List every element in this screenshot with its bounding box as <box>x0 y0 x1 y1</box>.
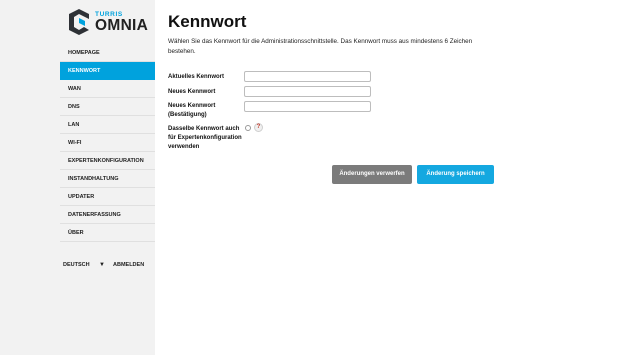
current-password-label: Aktuelles Kennwort <box>168 74 225 80</box>
sidebar-item-updater[interactable]: UPDATER <box>60 188 155 206</box>
logo-big-text: OMNIA <box>95 17 149 34</box>
current-password-input[interactable] <box>244 71 371 82</box>
same-password-label: Dasselbe Kennwort auch für Expertenkonfi… <box>168 126 242 150</box>
page-description: Wählen Sie das Kennwort für die Administ… <box>168 38 473 55</box>
sidebar-item-lan[interactable]: LAN <box>60 116 155 134</box>
new-password-label: Neues Kennwort <box>168 89 216 95</box>
confirm-password-input[interactable] <box>244 101 371 112</box>
caret-down-icon[interactable]: ▼ <box>99 262 105 268</box>
discard-changes-button[interactable]: Änderungen verwerfen <box>332 165 412 184</box>
sidebar-item-instandhaltung[interactable]: INSTANDHALTUNG <box>60 170 155 188</box>
sidebar-nav: HOMEPAGE KENNWORT WAN DNS LAN WI-FI EXPE… <box>60 44 155 242</box>
sidebar-item-expertenkonfiguration[interactable]: EXPERTENKONFIGURATION <box>60 152 155 170</box>
sidebar-item-kennwort[interactable]: KENNWORT <box>60 62 155 80</box>
sidebar-item-dns[interactable]: DNS <box>60 98 155 116</box>
sidebar: TURRIS OMNIA HOMEPAGE KENNWORT WAN DNS L… <box>0 0 155 355</box>
sidebar-item-ueber[interactable]: ÜBER <box>60 224 155 242</box>
sidebar-item-wan[interactable]: WAN <box>60 80 155 98</box>
sidebar-footer: DEUTSCH ▼ ABMELDEN <box>60 262 155 272</box>
logout-link[interactable]: ABMELDEN <box>113 262 144 268</box>
new-password-input[interactable] <box>244 86 371 97</box>
save-changes-button[interactable]: Änderung speichern <box>417 165 494 184</box>
page-title: Kennwort <box>168 12 247 31</box>
same-password-checkbox[interactable] <box>245 125 251 131</box>
sidebar-item-homepage[interactable]: HOMEPAGE <box>60 44 155 62</box>
sidebar-item-wifi[interactable]: WI-FI <box>60 134 155 152</box>
help-icon[interactable]: ? <box>254 123 263 132</box>
main-content: Kennwort Wählen Sie das Kennwort für die… <box>155 0 620 355</box>
turris-logo-icon <box>69 9 89 35</box>
confirm-password-label: Neues Kennwort (Bestätigung) <box>168 103 216 118</box>
sidebar-item-datenerfassung[interactable]: DATENERFASSUNG <box>60 206 155 224</box>
turris-omnia-logo[interactable]: TURRIS OMNIA <box>67 8 157 38</box>
language-select[interactable]: DEUTSCH <box>63 262 90 268</box>
